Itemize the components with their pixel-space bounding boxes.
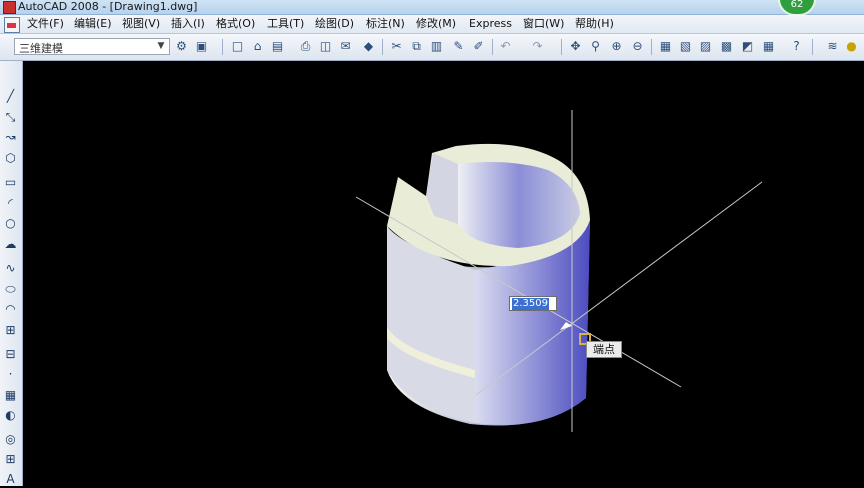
dynamic-input-value: 2.3509 — [512, 298, 549, 310]
model-viewport — [355, 110, 763, 432]
dynamic-input-field[interactable]: 2.3509 — [509, 296, 557, 311]
osnap-tooltip: 端点 — [586, 341, 622, 358]
